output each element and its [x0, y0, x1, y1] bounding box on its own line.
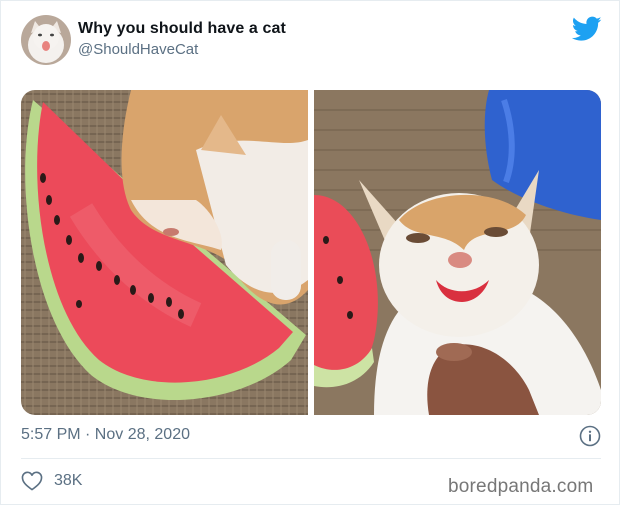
- user-handle[interactable]: @ShouldHaveCat: [78, 41, 198, 58]
- tweet-card: Why you should have a cat @ShouldHaveCat: [0, 0, 620, 505]
- display-name[interactable]: Why you should have a cat: [78, 20, 286, 38]
- boredpanda-watermark: boredpanda.com: [448, 476, 594, 497]
- like-count: 38K: [54, 472, 83, 489]
- heart-icon[interactable]: [21, 471, 43, 491]
- profile-avatar[interactable]: [21, 15, 71, 65]
- twitter-bird-icon[interactable]: [572, 16, 602, 42]
- divider: [21, 458, 601, 459]
- tweet-timestamp[interactable]: 5:57 PM · Nov 28, 2020: [21, 426, 190, 444]
- info-icon[interactable]: [579, 425, 601, 447]
- tweet-image-2[interactable]: [314, 90, 601, 415]
- tweet-image-1[interactable]: [21, 90, 308, 415]
